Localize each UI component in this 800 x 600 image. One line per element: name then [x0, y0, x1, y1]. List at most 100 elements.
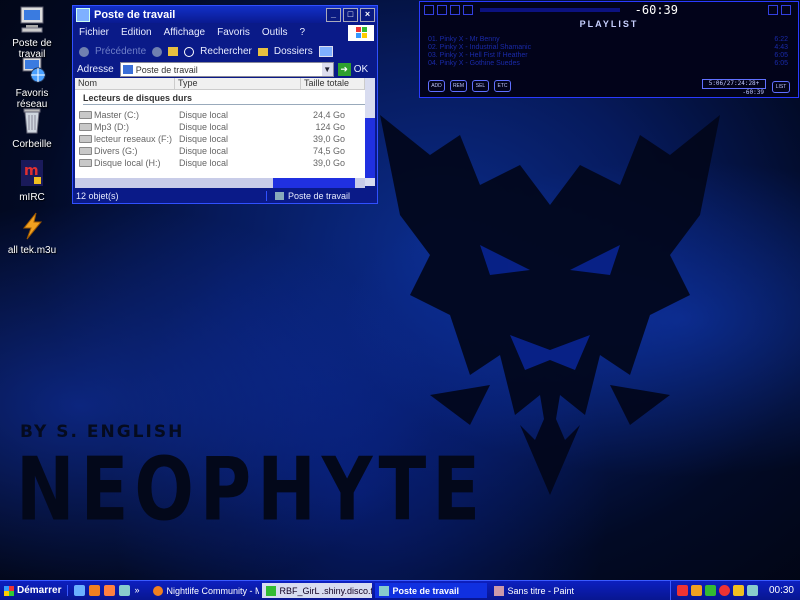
address-field[interactable]: Poste de travail ▼ [119, 62, 334, 77]
back-button[interactable]: Précédente [95, 46, 146, 57]
winamp-shade-button[interactable] [768, 5, 778, 15]
desktop-icon-mirc[interactable]: m mIRC [0, 157, 64, 203]
address-bar: Adresse Poste de travail ▼ ➜ OK [73, 61, 377, 78]
winamp-close-button[interactable] [781, 5, 791, 15]
task-label: Sans titre - Paint [507, 585, 575, 596]
browser-icon[interactable] [104, 585, 116, 596]
winamp-titlebar[interactable]: -60:39 [420, 2, 798, 18]
group-header: Lecteurs de disques durs [83, 93, 193, 103]
playlist-track[interactable]: 01. Pinky X - Mr Benny 6:22 [428, 36, 788, 44]
add-button[interactable]: ADD [428, 80, 445, 92]
chat-icon [265, 585, 276, 596]
winamp-lightning-icon [16, 210, 48, 242]
winamp-stop-button[interactable] [463, 5, 473, 15]
drive-name: Divers (G:) [94, 146, 138, 156]
forward-arrow-icon[interactable] [152, 46, 163, 57]
firefox-icon[interactable] [89, 585, 101, 596]
menu-view[interactable]: Affichage [164, 27, 206, 38]
go-button[interactable]: OK [354, 64, 368, 75]
select-button[interactable]: SEL [472, 80, 489, 92]
menu-tools[interactable]: Outils [262, 27, 288, 38]
task-label: Poste de travail [392, 585, 460, 596]
drive-type: Disque local [179, 110, 229, 120]
chevron-down-icon[interactable]: ▼ [321, 63, 333, 76]
winamp-menu-button[interactable] [424, 5, 434, 15]
hard-drive-icon [79, 135, 92, 143]
playlist-track[interactable]: 04. Pinky X - Gothine Suedes 6:05 [428, 60, 788, 68]
drive-name: lecteur reseaux (F:) [94, 134, 173, 144]
scroll-thumb[interactable] [365, 118, 375, 178]
go-arrow-icon[interactable]: ➜ [337, 63, 351, 76]
drive-size: 39,0 Go [312, 158, 345, 168]
drive-row[interactable]: Master (C:) Disque local 24,4 Go [75, 109, 375, 121]
column-type[interactable]: Type [175, 78, 301, 89]
vertical-scrollbar[interactable] [365, 78, 375, 186]
playlist-buttons: ADD REM SEL ETC [428, 80, 511, 92]
menu-file[interactable]: Fichier [79, 27, 109, 38]
desktop-icon-playlist-file[interactable]: all tek.m3u [0, 210, 64, 256]
playlist-lcd: 5:06/27:24:28+ [702, 79, 766, 89]
drive-row[interactable]: lecteur reseaux (F:) Disque local 39,0 G… [75, 133, 375, 145]
column-name[interactable]: Nom [75, 78, 175, 89]
winamp-play-button[interactable] [437, 5, 447, 15]
maximize-button[interactable]: □ [343, 7, 358, 22]
start-button[interactable]: Démarrer [0, 582, 67, 599]
menu-edit[interactable]: Edition [121, 27, 152, 38]
chevron-right-icon[interactable]: » [134, 585, 139, 596]
scroll-thumb[interactable] [273, 178, 355, 188]
desktop-icon-network-places[interactable]: Favoris réseau [0, 53, 64, 110]
drive-row[interactable]: Divers (G:) Disque local 74,5 Go [75, 145, 375, 157]
network-tray-icon[interactable] [746, 585, 758, 596]
playlist-track[interactable]: 03. Pinky X - Hell Fist If Heather 6:05 [428, 52, 788, 60]
playlist-track[interactable]: 02. Pinky X - Industrial Shamanic 4:43 [428, 44, 788, 52]
clock[interactable]: 00:30 [769, 585, 794, 596]
show-desktop-icon[interactable] [74, 585, 86, 596]
winamp-tray-icon[interactable] [690, 585, 702, 596]
drive-row[interactable]: Mp3 (D:) Disque local 124 Go [75, 121, 375, 133]
search-button[interactable]: Rechercher [200, 46, 252, 57]
drive-row[interactable]: Disque local (H:) Disque local 39,0 Go [75, 157, 375, 169]
tray-app-icon[interactable] [704, 585, 716, 596]
task-button-browser[interactable]: Nightlife Community - Mo... [149, 583, 259, 598]
network-icon [16, 53, 48, 85]
drive-size: 124 Go [315, 122, 345, 132]
minimize-button[interactable]: _ [326, 7, 341, 22]
window-titlebar[interactable]: Poste de travail _ □ × [73, 6, 377, 23]
address-value: Poste de travail [135, 64, 198, 75]
misc-button[interactable]: ETC [494, 80, 511, 92]
recycle-bin-icon [16, 104, 48, 136]
desktop-icon-recycle-bin[interactable]: Corbeille [0, 104, 64, 150]
winamp-pause-button[interactable] [450, 5, 460, 15]
computer-icon [378, 585, 389, 596]
file-list: Nom Type Taille totale Lecteurs de disqu… [75, 78, 375, 186]
task-button-explorer[interactable]: Poste de travail [374, 583, 487, 598]
desktop-icon-my-computer[interactable]: Poste de travail [0, 3, 64, 60]
tray-app-icon[interactable] [732, 585, 744, 596]
column-size[interactable]: Taille totale [301, 78, 365, 89]
drive-type: Disque local [179, 134, 229, 144]
tray-app-icon[interactable] [676, 585, 688, 596]
views-icon[interactable] [318, 46, 333, 57]
list-button[interactable]: LIST [772, 81, 790, 93]
remove-button[interactable]: REM [450, 80, 467, 92]
system-tray: 00:30 [669, 581, 800, 600]
winamp-seek-bar[interactable] [480, 8, 620, 12]
close-button[interactable]: × [360, 7, 375, 22]
drive-size: 24,4 Go [312, 110, 345, 120]
up-folder-icon[interactable] [168, 47, 179, 56]
status-bar: 12 objet(s) Poste de travail [73, 188, 377, 203]
task-button-paint[interactable]: Sans titre - Paint [490, 583, 600, 598]
menu-favorites[interactable]: Favoris [217, 27, 250, 38]
computer-icon[interactable] [119, 585, 131, 596]
menu-help[interactable]: ? [299, 27, 305, 38]
object-count: 12 objet(s) [73, 190, 267, 201]
group-divider [83, 104, 367, 105]
task-button-irc[interactable]: RBF_GirL .shiny.disco.fr... [261, 583, 372, 598]
folders-button[interactable]: Dossiers [274, 46, 313, 57]
track-name: 02. Pinky X - Industrial Shamanic [428, 44, 532, 51]
desktop-icon-label: mIRC [19, 192, 45, 203]
hard-drive-icon [79, 123, 92, 131]
svg-text:m: m [24, 163, 39, 179]
tray-app-icon[interactable] [718, 585, 730, 596]
horizontal-scrollbar[interactable] [75, 178, 365, 188]
